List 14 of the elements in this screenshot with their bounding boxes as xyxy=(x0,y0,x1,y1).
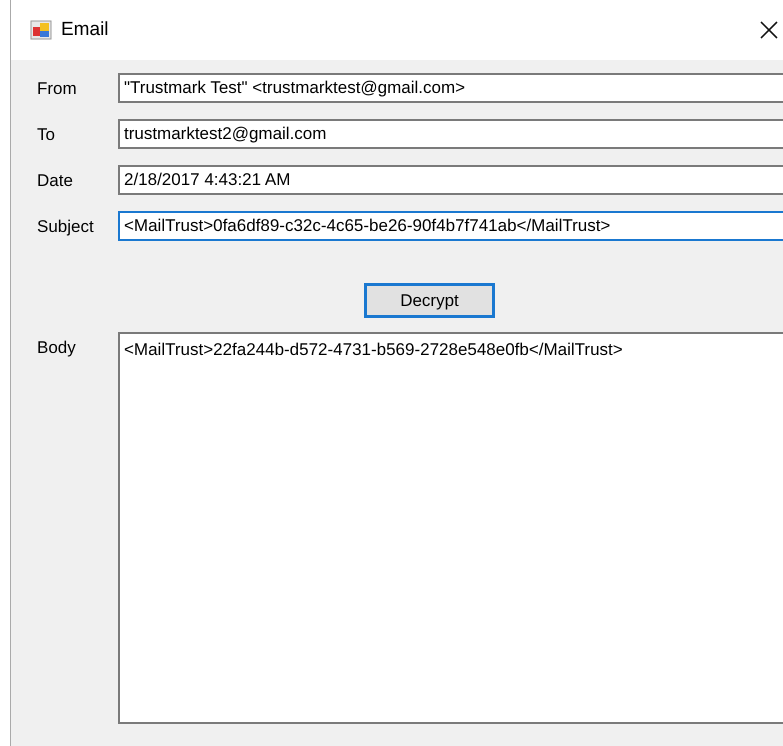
text-field[interactable]: "Trustmark Test" <trustmarktest@gmail.com> xyxy=(118,73,783,103)
field-label: Body xyxy=(36,337,77,359)
text-field[interactable]: <MailTrust>0fa6df89-c32c-4c65-be26-90f4b7f741ab</MailTrust> xyxy=(118,211,783,241)
field-label: Date xyxy=(36,170,74,192)
window-title: Email xyxy=(61,19,110,41)
text-field[interactable]: 2/18/2017 4:43:21 AM xyxy=(118,165,783,195)
app-icon xyxy=(30,20,52,40)
close-icon[interactable] xyxy=(759,20,779,40)
field-label: Subject xyxy=(36,216,95,238)
decrypt-button[interactable]: Decrypt xyxy=(364,283,495,318)
body-text-area[interactable]: <MailTrust>22fa244b-d572-4731-b569-2728e548e0fb</MailTrust> xyxy=(118,332,783,724)
field-label: From xyxy=(36,78,78,100)
text-field[interactable]: trustmarktest2@gmail.com xyxy=(118,119,783,149)
field-label: To xyxy=(36,124,56,146)
